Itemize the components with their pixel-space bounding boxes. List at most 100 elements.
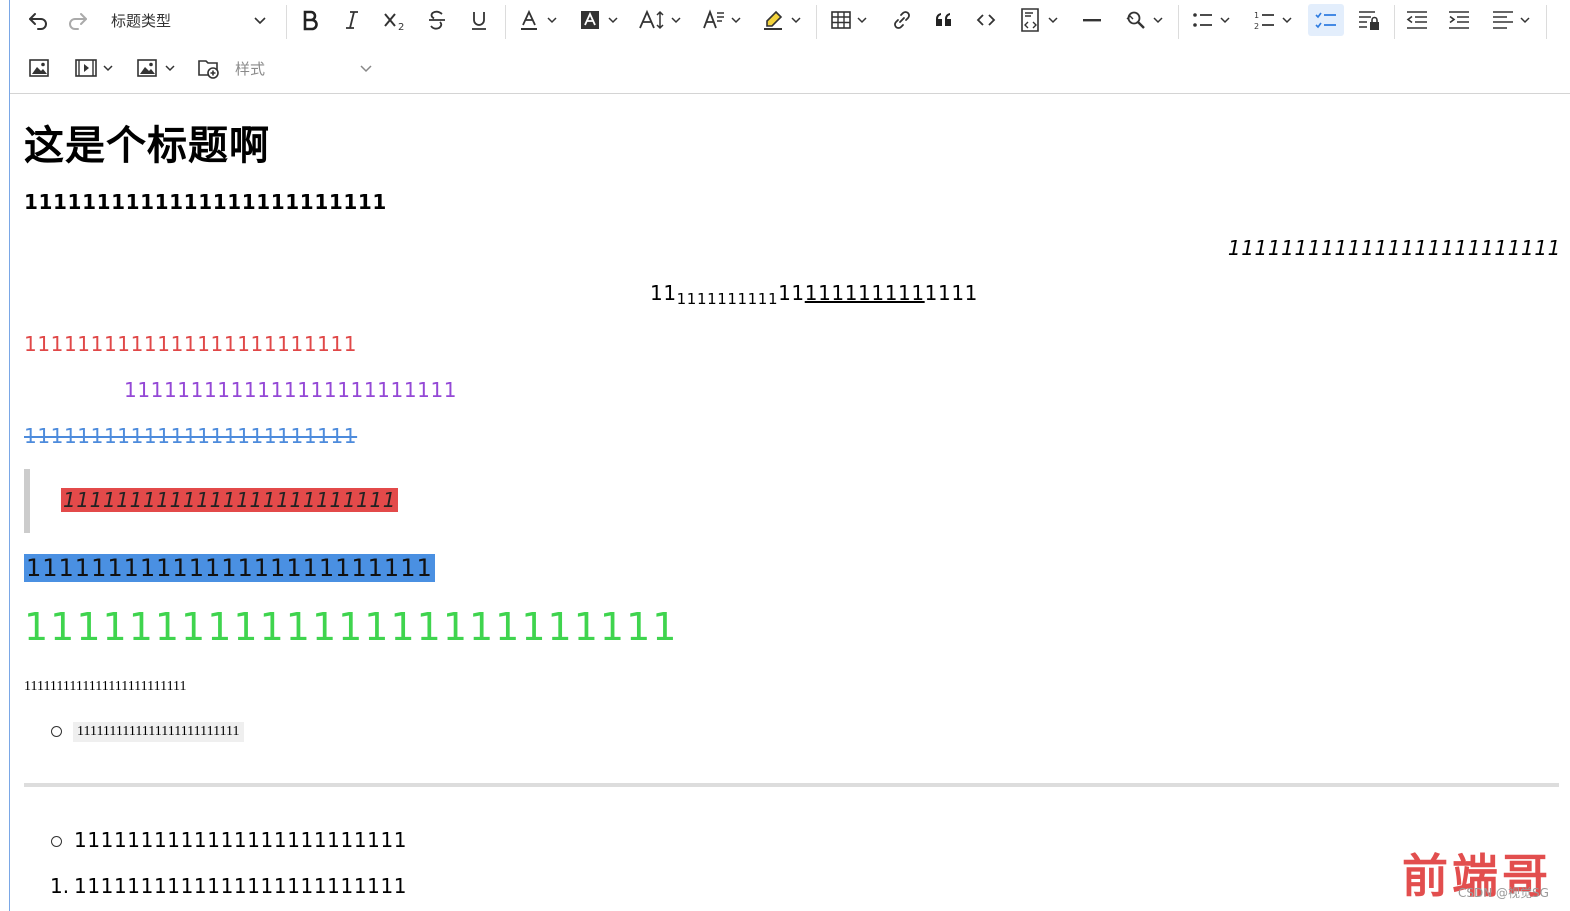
alignment-button[interactable]	[1484, 4, 1538, 36]
insert-image-button[interactable]	[22, 52, 56, 84]
redo-button[interactable]	[62, 4, 94, 36]
font-size-icon	[639, 9, 664, 30]
strikethrough-icon	[429, 10, 445, 30]
subscript-button[interactable]: 2	[377, 4, 413, 36]
style-select[interactable]: 样式	[235, 52, 373, 84]
chevron-down-icon	[103, 65, 113, 72]
svg-text:2: 2	[1254, 22, 1259, 31]
right-aligned-italic-paragraph: 1111111111111111111111111	[1227, 236, 1561, 260]
underlined-text: 111111111	[804, 281, 925, 305]
toolbar-divider	[1546, 5, 1547, 39]
link-button[interactable]	[885, 4, 919, 36]
chevron-down-icon	[1153, 17, 1163, 24]
bulleted-list-icon	[1193, 13, 1212, 27]
strikethrough-paragraph: 1111111111111111111111111	[24, 424, 358, 448]
todo-list-icon	[1315, 12, 1336, 29]
code-button[interactable]	[969, 4, 1003, 36]
highlight-button[interactable]	[756, 4, 808, 36]
heading-type-select[interactable]: 标题类型	[111, 4, 267, 36]
image-upload-icon	[137, 59, 157, 77]
chevron-down-icon	[547, 17, 557, 24]
list-bullet	[51, 836, 62, 847]
quote-icon	[936, 13, 951, 26]
locked-document-icon	[1359, 11, 1379, 30]
font-size-button[interactable]	[634, 4, 686, 36]
toolbar-divider	[1178, 5, 1179, 39]
serif-paragraph: 1111111111111111111111111	[24, 679, 187, 694]
image-icon	[29, 59, 49, 77]
list-bullet	[51, 726, 62, 737]
content-heading: 这是个标题啊	[24, 123, 270, 169]
chevron-down-icon	[731, 17, 741, 24]
style-select-placeholder: 样式	[235, 59, 266, 78]
chevron-down-icon	[360, 65, 372, 73]
bulleted-list-item: 1111111111111111111111111	[74, 828, 408, 852]
chevron-down-icon	[254, 17, 266, 25]
font-family-button[interactable]	[696, 4, 748, 36]
svg-text:1: 1	[1254, 11, 1259, 20]
chevron-down-icon	[608, 17, 618, 24]
subscript-text: 1111111111	[676, 290, 779, 308]
link-icon	[894, 11, 910, 29]
indent-button[interactable]	[1442, 4, 1476, 36]
numbered-list-icon: 12	[1254, 11, 1274, 31]
editor-content[interactable]: 这是个标题啊 1111111111111111111111111 1111111…	[10, 95, 1570, 911]
italic-button[interactable]	[335, 4, 369, 36]
underline-button[interactable]	[462, 4, 496, 36]
toolbar-divider	[1394, 5, 1395, 39]
chevron-down-icon	[1220, 17, 1230, 24]
chevron-down-icon	[1048, 17, 1058, 24]
large-green-paragraph: 1111111111111111111111111	[24, 605, 679, 649]
bold-button[interactable]	[293, 4, 327, 36]
undo-button[interactable]	[22, 4, 54, 36]
centered-paragraph: 111111111111111111111111111	[650, 281, 978, 308]
code-block-icon	[1021, 8, 1039, 32]
centered-text: 11	[778, 281, 805, 305]
watermark-credit: CSDN @视觉SG	[1458, 886, 1549, 900]
centered-text: 11	[650, 281, 677, 305]
bold-paragraph: 1111111111111111111111111	[24, 190, 387, 214]
font-color-button[interactable]	[513, 4, 563, 36]
toolbar-divider	[286, 5, 287, 39]
blockquote-button[interactable]	[927, 4, 961, 36]
svg-text:2: 2	[398, 22, 404, 31]
blue-background-paragraph: 1111111111111111111111111	[24, 554, 435, 582]
code-block-button[interactable]	[1011, 4, 1067, 36]
outdent-icon	[1406, 11, 1427, 29]
chevron-down-icon	[791, 17, 801, 24]
heading-type-label: 标题类型	[111, 11, 172, 30]
find-replace-button[interactable]	[1117, 4, 1171, 36]
code-icon	[976, 14, 996, 26]
undo-icon	[29, 13, 47, 30]
image-upload-button[interactable]	[128, 52, 184, 84]
file-manager-button[interactable]	[192, 52, 226, 84]
editor-toolbar: 标题类型 2 1 2 样式	[10, 0, 1570, 94]
inline-code-list-item: 1111111111111111111111111	[73, 722, 244, 742]
find-replace-icon	[1126, 11, 1145, 29]
horizontal-rule	[24, 783, 1559, 787]
toolbar-divider	[816, 5, 817, 39]
indent-icon	[1449, 11, 1469, 29]
toolbar-divider	[505, 5, 506, 39]
chevron-down-icon	[1520, 17, 1530, 24]
table-icon	[831, 11, 851, 29]
italic-icon	[346, 11, 358, 29]
numbered-list-button[interactable]: 12	[1246, 4, 1300, 36]
chevron-down-icon	[1282, 17, 1292, 24]
strikethrough-button[interactable]	[420, 4, 454, 36]
horizontal-rule-icon	[1083, 19, 1101, 22]
chevron-down-icon	[671, 17, 681, 24]
insert-media-button[interactable]	[66, 52, 122, 84]
table-button[interactable]	[823, 4, 875, 36]
bulleted-list-button[interactable]	[1184, 4, 1238, 36]
outdent-button[interactable]	[1400, 4, 1434, 36]
folder-add-icon	[198, 60, 219, 79]
horizontal-line-button[interactable]	[1075, 4, 1109, 36]
restricted-editing-button[interactable]	[1351, 4, 1387, 36]
bold-icon	[303, 10, 318, 31]
background-color-button[interactable]	[574, 4, 624, 36]
ordered-list-item: 1111111111111111111111111	[74, 874, 408, 898]
indented-purple-paragraph: 1111111111111111111111111	[124, 378, 458, 402]
centered-text: 1111	[924, 281, 978, 305]
todo-list-button[interactable]	[1308, 4, 1344, 36]
